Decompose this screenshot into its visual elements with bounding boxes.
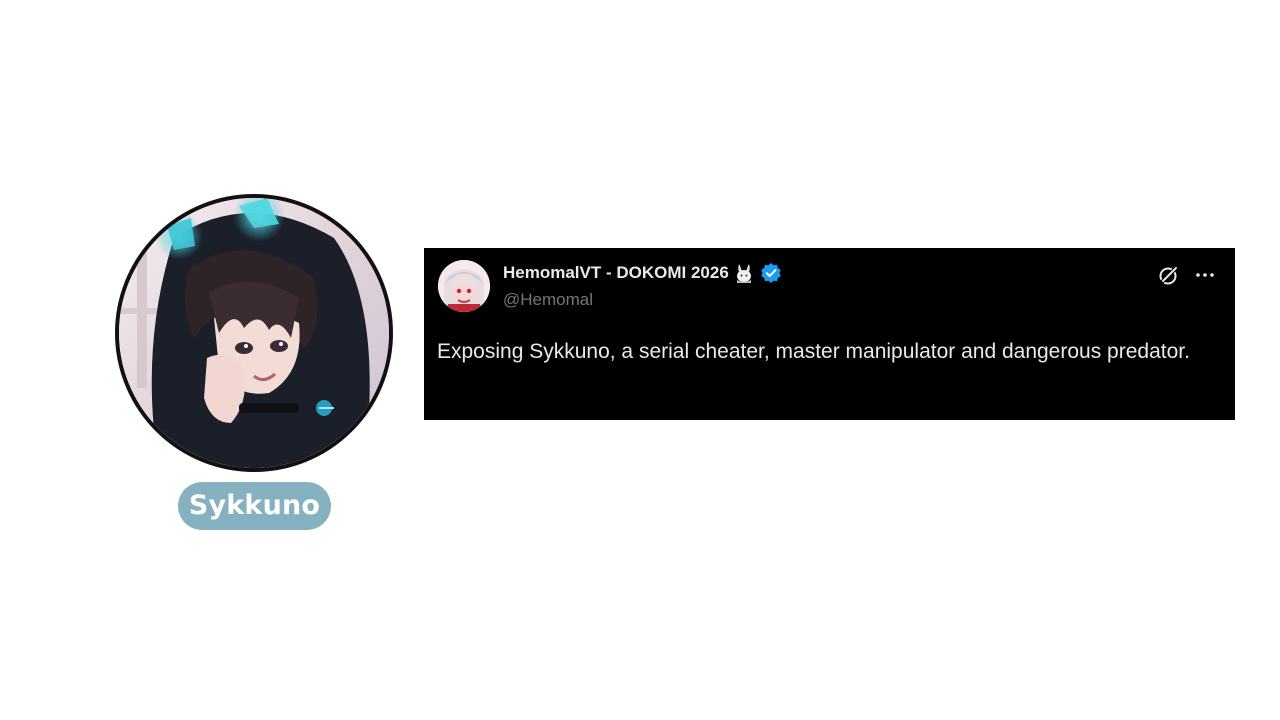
author-avatar-image xyxy=(438,260,490,312)
page-stage: Sykkuno HemomalVT - DOKOMI 2026 @Hemomal… xyxy=(0,0,1280,720)
profile-avatar xyxy=(115,194,393,472)
tweet-card[interactable]: HemomalVT - DOKOMI 2026 @Hemomal Exposin… xyxy=(424,248,1235,420)
tweet-author-avatar[interactable] xyxy=(438,260,490,312)
tweet-body-text: Exposing Sykkuno, a serial cheater, mast… xyxy=(437,340,1190,363)
profile-name-badge: Sykkuno xyxy=(178,482,331,530)
profile-card: Sykkuno xyxy=(115,194,395,534)
tweet-header: HemomalVT - DOKOMI 2026 xyxy=(503,261,782,285)
anime-avatar-image xyxy=(119,198,389,468)
bunny-emoji-icon xyxy=(733,262,755,284)
more-options-icon[interactable] xyxy=(1192,263,1218,287)
grok-icon[interactable] xyxy=(1157,263,1181,287)
verified-badge-icon xyxy=(760,262,782,284)
author-handle[interactable]: @Hemomal xyxy=(503,290,593,310)
author-display-name[interactable]: HemomalVT - DOKOMI 2026 xyxy=(503,263,729,283)
